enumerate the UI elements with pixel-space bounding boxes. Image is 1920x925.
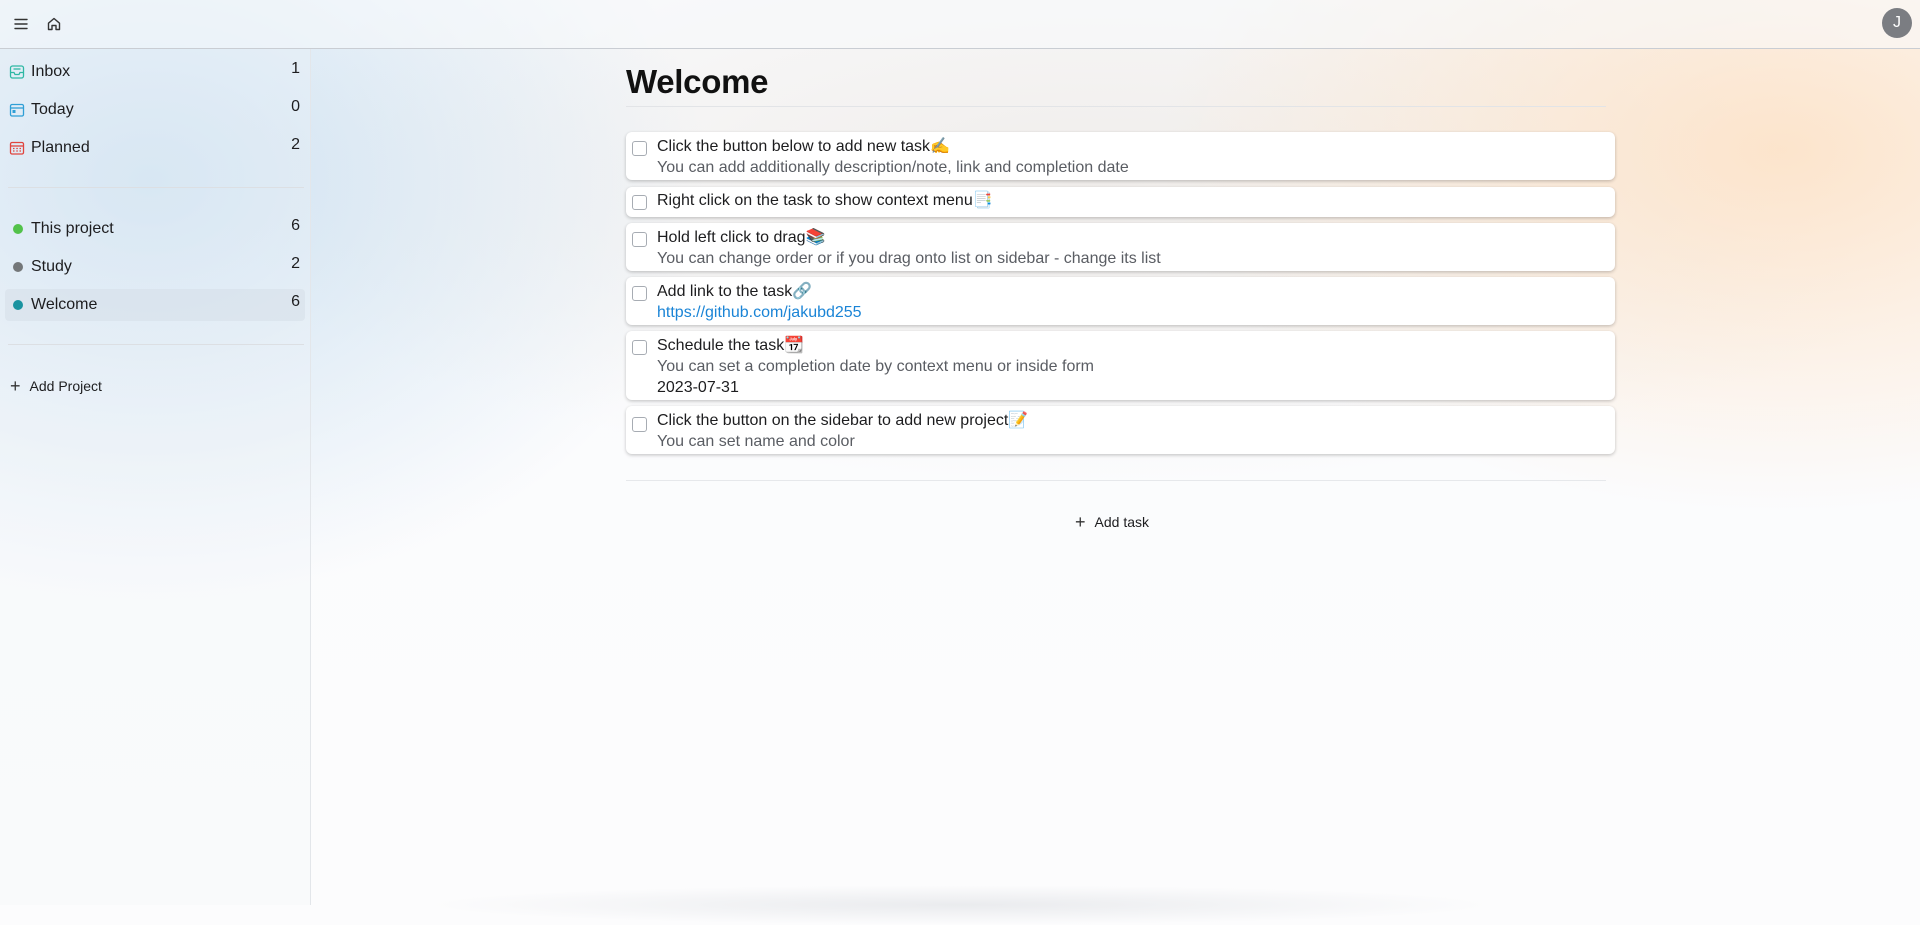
sidebar-item-count: 2 [291,136,300,153]
task-title: Click the button below to add new task✍️ [657,138,950,155]
task-checkbox[interactable] [632,141,647,156]
sidebar-item-count: 6 [291,293,300,310]
sidebar-item-planned[interactable]: Planned 2 [5,132,305,164]
title-divider [626,106,1606,107]
sidebar-item-study[interactable]: Study 2 [5,251,305,283]
task-description: You can add additionally description/not… [657,159,1129,176]
sidebar-item-label: Today [31,101,74,118]
task-card[interactable]: Add link to the task🔗 https://github.com… [626,277,1615,325]
task-title: Schedule the task📆 [657,337,805,354]
top-bar: J [0,0,1920,49]
sidebar-item-today[interactable]: Today 0 [5,94,305,126]
calendar-grid-icon [9,140,25,156]
task-title: Hold left click to drag📚 [657,229,826,246]
task-card[interactable]: Click the button on the sidebar to add n… [626,406,1615,454]
task-checkbox[interactable] [632,232,647,247]
hamburger-menu-icon[interactable] [9,12,33,36]
page-title: Welcome [626,63,769,100]
project-color-dot [13,300,23,310]
sidebar-item-count: 6 [291,217,300,234]
add-project-label: Add Project [29,378,102,394]
task-checkbox[interactable] [632,340,647,355]
task-card[interactable]: Right click on the task to show context … [626,187,1615,217]
task-card[interactable]: Hold left click to drag📚 You can change … [626,223,1615,271]
project-color-dot [13,224,23,234]
sidebar-item-label: Inbox [31,63,71,80]
task-card[interactable]: Schedule the task📆 You can set a complet… [626,331,1615,400]
add-task-button[interactable]: + Add task [1075,510,1149,534]
sidebar-item-label: Study [31,258,72,275]
sidebar-item-label: This project [31,220,114,237]
task-title: Right click on the task to show context … [657,192,993,209]
task-due-date: 2023-07-31 [657,379,739,396]
sidebar-item-label: Welcome [31,296,98,313]
home-icon[interactable] [42,12,66,36]
task-checkbox[interactable] [632,286,647,301]
calendar-today-icon [9,102,25,118]
task-checkbox[interactable] [632,417,647,432]
plus-icon: + [1075,511,1086,532]
task-description: You can change order or if you drag onto… [657,250,1161,267]
plus-icon: + [10,375,21,396]
bottom-shadow [420,885,1500,925]
sidebar-item-inbox[interactable]: Inbox 1 [5,56,305,88]
task-card[interactable]: Click the button below to add new task✍️… [626,132,1615,180]
list-divider [626,480,1606,481]
avatar-initial: J [1893,14,1901,31]
project-color-dot [13,262,23,272]
task-title: Click the button on the sidebar to add n… [657,412,1029,429]
inbox-icon [9,64,25,80]
task-description: You can set name and color [657,433,855,450]
sidebar-divider [8,344,304,345]
task-link[interactable]: https://github.com/jakubd255 [657,302,1605,323]
sidebar-item-welcome[interactable]: Welcome 6 [5,289,305,321]
sidebar-item-label: Planned [31,139,90,156]
sidebar-item-this-project[interactable]: This project 6 [5,213,305,245]
sidebar-item-count: 0 [291,98,300,115]
task-checkbox[interactable] [632,195,647,210]
sidebar-item-count: 2 [291,255,300,272]
sidebar: Inbox 1 Today 0 Planned 2 This project 6… [0,49,311,905]
user-avatar[interactable]: J [1882,8,1912,38]
add-task-label: Add task [1094,514,1149,530]
sidebar-divider [8,187,304,188]
add-project-button[interactable]: + Add Project [10,374,102,398]
task-description: You can set a completion date by context… [657,358,1094,375]
sidebar-item-count: 1 [291,60,300,77]
task-title: Add link to the task🔗 [657,283,813,300]
